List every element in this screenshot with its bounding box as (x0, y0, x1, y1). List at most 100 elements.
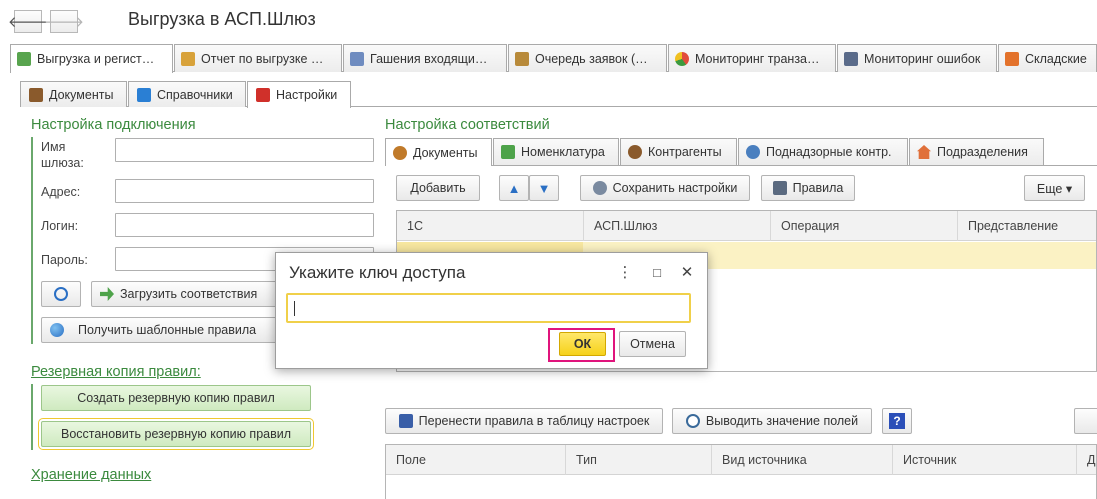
settings-toolbox-icon (256, 88, 270, 102)
tab-warehouse[interactable]: Складские (998, 44, 1097, 72)
login-label: Логин: (41, 219, 79, 233)
fields-table-header: Поле Тип Вид источника Источник Д (386, 445, 1096, 475)
address-label: Адрес: (41, 185, 81, 199)
briefcase-icon (29, 87, 43, 102)
mapping-tab-label: Документы (413, 145, 478, 160)
mapping-tab-documents[interactable]: Документы (385, 138, 492, 166)
gears-icon (393, 145, 407, 160)
password-label: Пароль: (41, 253, 88, 267)
subtab-documents[interactable]: Документы (20, 81, 127, 107)
column-source[interactable]: Источник (893, 445, 1077, 475)
storage-title: Хранение данных (31, 467, 152, 483)
column-1c[interactable]: 1С (397, 211, 584, 241)
mapping-tab-label: Поднадзорные контр. (766, 145, 892, 159)
tab-transaction-monitoring[interactable]: Мониторинг транза… (668, 44, 836, 72)
show-field-values-button[interactable]: Выводить значение полей (672, 408, 872, 434)
get-template-rules-button[interactable]: Получить шаблонные правила (41, 317, 281, 343)
magnifier-icon (685, 414, 700, 428)
arrow-up-icon: ▲ (507, 180, 521, 196)
dialog-title: Укажите ключ доступа (289, 263, 466, 282)
save-disk-icon (398, 414, 413, 428)
backup-title: Резервная копия правил: (31, 364, 201, 380)
more-vertical-icon[interactable]: ⋮ (616, 263, 634, 281)
house-icon (917, 145, 931, 159)
load-mappings-button[interactable]: Загрузить соответствия (91, 281, 281, 307)
column-source-kind[interactable]: Вид источника (712, 445, 893, 475)
access-key-input[interactable] (286, 293, 691, 323)
ok-button[interactable]: ОК (559, 332, 606, 356)
move-up-button[interactable]: ▲ (499, 175, 529, 201)
tab-label: Отчет по выгрузке … (201, 51, 324, 66)
tab-label: Очередь заявок (… (535, 51, 648, 66)
overflow-button[interactable] (1074, 408, 1097, 434)
column-operation[interactable]: Операция (771, 211, 958, 241)
basket-icon (501, 145, 515, 159)
access-key-dialog[interactable]: Укажите ключ доступа ⋮ □ ✕ ОК Отмена (275, 252, 708, 369)
mapping-table-header: 1С АСП.Шлюз Операция Представление (397, 211, 1096, 241)
mapping-tab-divisions[interactable]: Подразделения (909, 138, 1044, 165)
monitor-icon (844, 51, 858, 66)
tab-label: Мониторинг ошибок (864, 51, 981, 66)
subtab-label: Справочники (157, 87, 233, 102)
show-field-values-label: Выводить значение полей (705, 414, 859, 428)
pie-chart-icon (675, 51, 689, 66)
tab-incoming-repayments[interactable]: Гашения входящи… (343, 44, 507, 72)
forward-button[interactable]: 🡒 (44, 10, 84, 33)
connect-button[interactable] (41, 281, 81, 307)
queue-icon (515, 51, 529, 66)
list-icon (350, 51, 364, 66)
login-field[interactable] (115, 213, 374, 237)
column-asp-gateway[interactable]: АСП.Шлюз (584, 211, 771, 241)
transfer-rules-label: Перенести правила в таблицу настроек (418, 414, 650, 428)
mapping-tab-supervised[interactable]: Поднадзорные контр. (738, 138, 908, 165)
subtab-label: Документы (49, 87, 114, 102)
transfer-rules-button[interactable]: Перенести правила в таблицу настроек (385, 408, 663, 434)
tab-label: Выгрузка и регист… (37, 52, 155, 66)
book-icon (137, 87, 151, 102)
mapping-tab-counterparties[interactable]: Контрагенты (620, 138, 737, 165)
gateway-name-label: Имя шлюза: (41, 140, 84, 170)
connection-group-bar (31, 137, 33, 344)
subtab-label: Настройки (276, 88, 338, 102)
column-field[interactable]: Поле (386, 445, 566, 475)
address-field[interactable] (115, 179, 374, 203)
maximize-icon[interactable]: □ (648, 263, 666, 281)
arrow-left-icon: 🡐 (7, 14, 49, 31)
help-icon: ? (889, 413, 905, 429)
power-icon (54, 287, 68, 301)
back-button[interactable]: 🡐 (8, 10, 48, 33)
create-backup-button[interactable]: Создать резервную копию правил (41, 385, 311, 411)
tab-request-queue[interactable]: Очередь заявок (… (508, 44, 667, 72)
help-button[interactable]: ? (882, 408, 912, 434)
more-button[interactable]: Еще ▾ (1024, 175, 1085, 201)
gateway-name-field[interactable] (115, 138, 374, 162)
add-button[interactable]: Добавить (396, 175, 480, 201)
tab-label: Складские (1025, 51, 1087, 66)
subtab-settings[interactable]: Настройки (247, 81, 351, 108)
green-doc-icon (17, 52, 31, 66)
restore-backup-button[interactable]: Восстановить резервную копию правил (38, 418, 314, 450)
subtab-directories[interactable]: Справочники (128, 81, 246, 107)
close-icon[interactable]: ✕ (678, 263, 696, 281)
people-icon (628, 145, 642, 159)
page-title: Выгрузка в АСП.Шлюз (128, 9, 316, 29)
column-truncated[interactable]: Д (1077, 445, 1096, 475)
tab-error-monitoring[interactable]: Мониторинг ошибок (837, 44, 997, 72)
tab-label: Мониторинг транза… (695, 51, 820, 66)
globe-icon (50, 323, 64, 337)
rules-button[interactable]: Правила (761, 175, 855, 201)
cancel-button[interactable]: Отмена (619, 331, 686, 357)
save-settings-button[interactable]: Сохранить настройки (580, 175, 750, 201)
report-icon (181, 51, 195, 66)
column-type[interactable]: Тип (566, 445, 712, 475)
tab-export-report[interactable]: Отчет по выгрузке … (174, 44, 342, 72)
mapping-settings-title: Настройка соответствий (385, 117, 550, 133)
backup-group-bar (31, 384, 33, 450)
fields-table[interactable]: Поле Тип Вид источника Источник Д (385, 444, 1097, 499)
warehouse-icon (1005, 51, 1019, 66)
move-down-button[interactable]: ▼ (529, 175, 559, 201)
tab-export-registration[interactable]: Выгрузка и регист… (10, 44, 173, 73)
mapping-tab-nomenclature[interactable]: Номенклатура (493, 138, 619, 165)
text-caret (294, 301, 295, 316)
column-representation[interactable]: Представление (958, 211, 1096, 241)
